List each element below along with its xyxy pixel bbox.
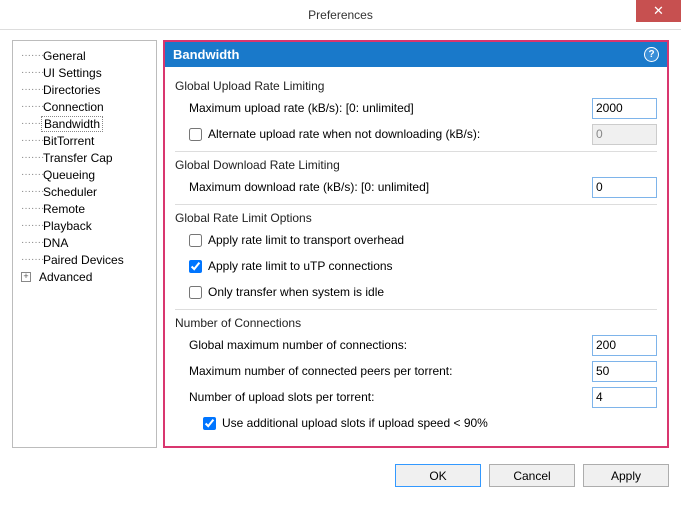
titlebar: Preferences ✕ bbox=[0, 0, 681, 30]
panel-header: Bandwidth ? bbox=[165, 42, 667, 67]
tree-item-bittorrent[interactable]: ·······BitTorrent bbox=[17, 132, 152, 149]
max-download-label: Maximum download rate (kB/s): [0: unlimi… bbox=[189, 180, 592, 194]
peers-label: Maximum number of connected peers per to… bbox=[189, 364, 592, 378]
idle-label: Only transfer when system is idle bbox=[208, 285, 657, 299]
global-conn-input[interactable] bbox=[592, 335, 657, 356]
cancel-button[interactable]: Cancel bbox=[489, 464, 575, 487]
tree-item-directories[interactable]: ·······Directories bbox=[17, 81, 152, 98]
max-upload-label: Maximum upload rate (kB/s): [0: unlimite… bbox=[189, 101, 592, 115]
extra-slots-label: Use additional upload slots if upload sp… bbox=[222, 416, 657, 430]
tree-item-paired-devices[interactable]: ·······Paired Devices bbox=[17, 251, 152, 268]
window-title: Preferences bbox=[308, 8, 373, 22]
idle-checkbox[interactable] bbox=[189, 286, 202, 299]
tree-item-scheduler[interactable]: ·······Scheduler bbox=[17, 183, 152, 200]
section-upload: Global Upload Rate Limiting bbox=[175, 79, 657, 93]
panel-title: Bandwidth bbox=[173, 47, 239, 62]
max-upload-input[interactable] bbox=[592, 98, 657, 119]
slots-label: Number of upload slots per torrent: bbox=[189, 390, 592, 404]
extra-slots-checkbox[interactable] bbox=[203, 417, 216, 430]
slots-input[interactable] bbox=[592, 387, 657, 408]
section-options: Global Rate Limit Options bbox=[175, 211, 657, 225]
overhead-checkbox[interactable] bbox=[189, 234, 202, 247]
tree-item-dna[interactable]: ·······DNA bbox=[17, 234, 152, 251]
settings-panel: Bandwidth ? Global Upload Rate Limiting … bbox=[163, 40, 669, 448]
alt-upload-label: Alternate upload rate when not downloadi… bbox=[208, 127, 592, 141]
max-download-input[interactable] bbox=[592, 177, 657, 198]
tree-item-queueing[interactable]: ·······Queueing bbox=[17, 166, 152, 183]
close-button[interactable]: ✕ bbox=[636, 0, 681, 22]
tree-item-ui-settings[interactable]: ·······UI Settings bbox=[17, 64, 152, 81]
utp-label: Apply rate limit to uTP connections bbox=[208, 259, 657, 273]
tree-item-bandwidth[interactable]: ·······Bandwidth bbox=[17, 115, 152, 132]
overhead-label: Apply rate limit to transport overhead bbox=[208, 233, 657, 247]
category-tree: ·······General ·······UI Settings ······… bbox=[12, 40, 157, 448]
button-bar: OK Cancel Apply bbox=[0, 456, 681, 497]
tree-item-advanced[interactable]: +Advanced bbox=[17, 268, 152, 285]
alt-upload-input bbox=[592, 124, 657, 145]
section-download: Global Download Rate Limiting bbox=[175, 158, 657, 172]
close-icon: ✕ bbox=[653, 3, 664, 19]
tree-item-connection[interactable]: ·······Connection bbox=[17, 98, 152, 115]
tree-item-playback[interactable]: ·······Playback bbox=[17, 217, 152, 234]
help-icon[interactable]: ? bbox=[644, 47, 659, 62]
tree-item-general[interactable]: ·······General bbox=[17, 47, 152, 64]
ok-button[interactable]: OK bbox=[395, 464, 481, 487]
tree-item-transfer-cap[interactable]: ·······Transfer Cap bbox=[17, 149, 152, 166]
utp-checkbox[interactable] bbox=[189, 260, 202, 273]
alt-upload-checkbox[interactable] bbox=[189, 128, 202, 141]
plus-icon[interactable]: + bbox=[21, 272, 31, 282]
tree-item-remote[interactable]: ·······Remote bbox=[17, 200, 152, 217]
peers-input[interactable] bbox=[592, 361, 657, 382]
apply-button[interactable]: Apply bbox=[583, 464, 669, 487]
section-connections: Number of Connections bbox=[175, 316, 657, 330]
global-conn-label: Global maximum number of connections: bbox=[189, 338, 592, 352]
